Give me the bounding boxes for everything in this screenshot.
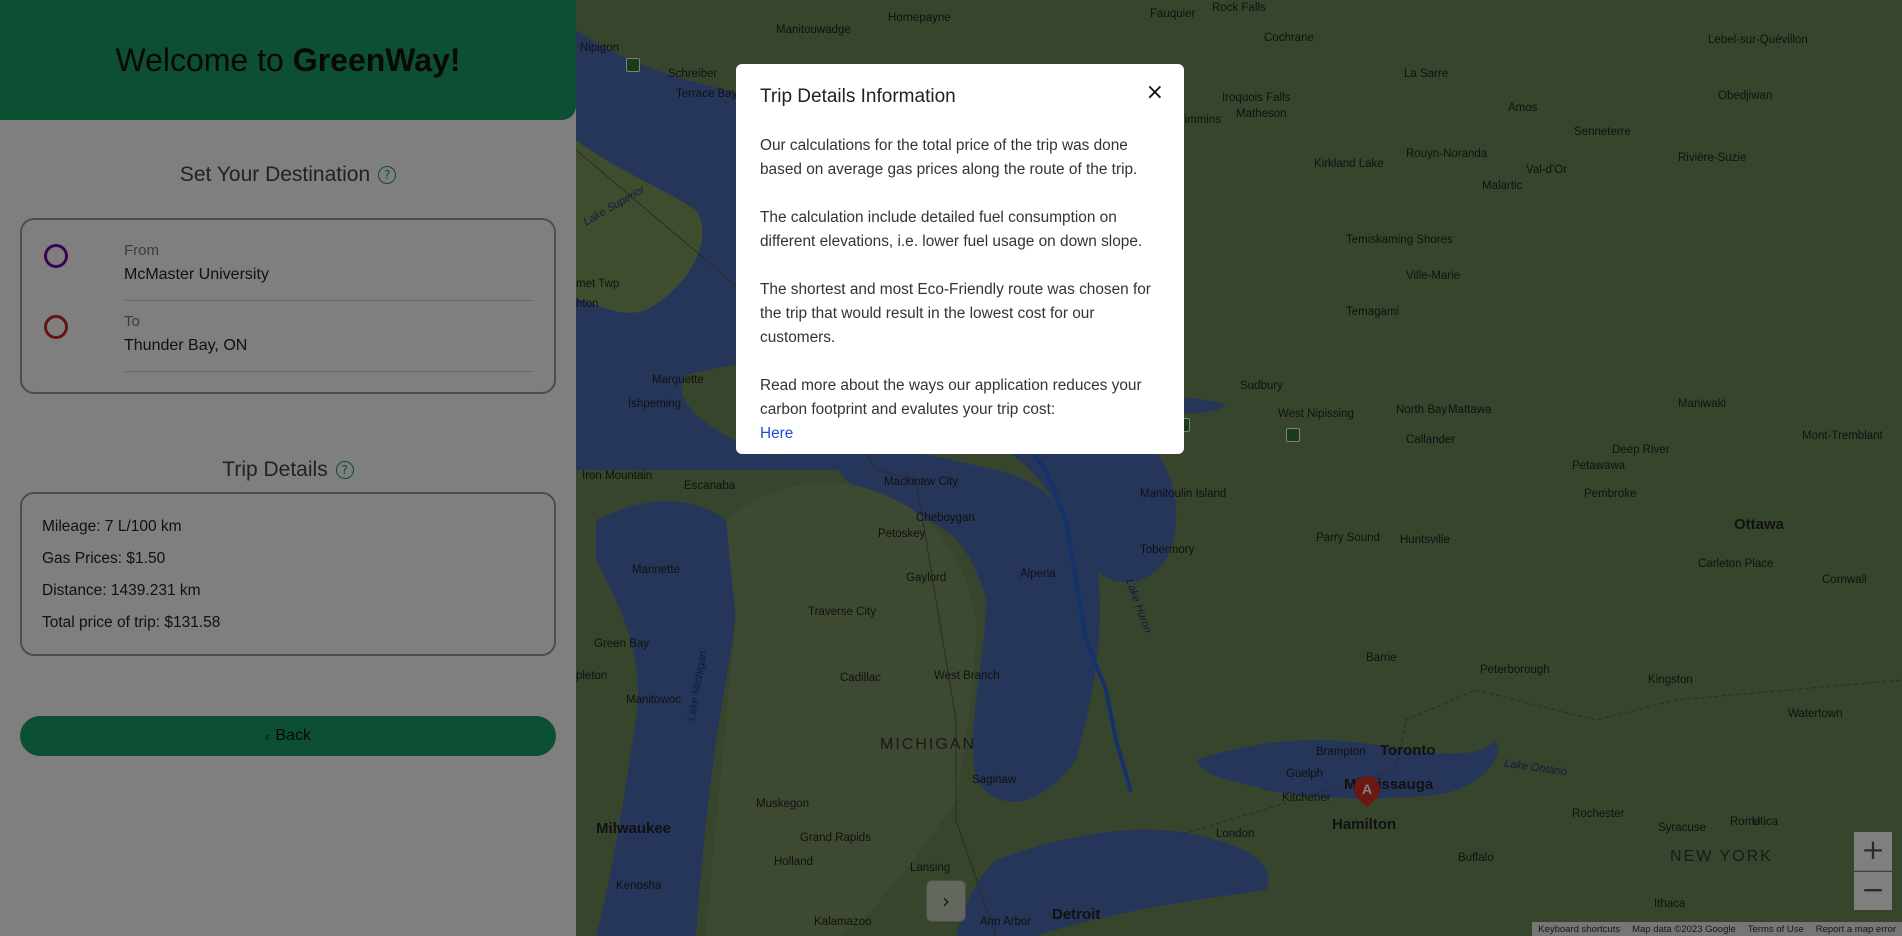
trip-details-modal: Trip Details Information × Our calculati… [736,64,1184,454]
close-icon[interactable]: × [1146,80,1164,105]
modal-title: Trip Details Information [760,86,956,107]
modal-paragraph: Read more about the ways our application… [760,377,1142,418]
modal-paragraph: Our calculations for the total price of … [760,137,1138,178]
modal-paragraph: The shortest and most Eco-Friendly route… [760,281,1151,346]
modal-paragraph: The calculation include detailed fuel co… [760,209,1143,250]
read-more-link[interactable]: Here [760,422,1160,446]
